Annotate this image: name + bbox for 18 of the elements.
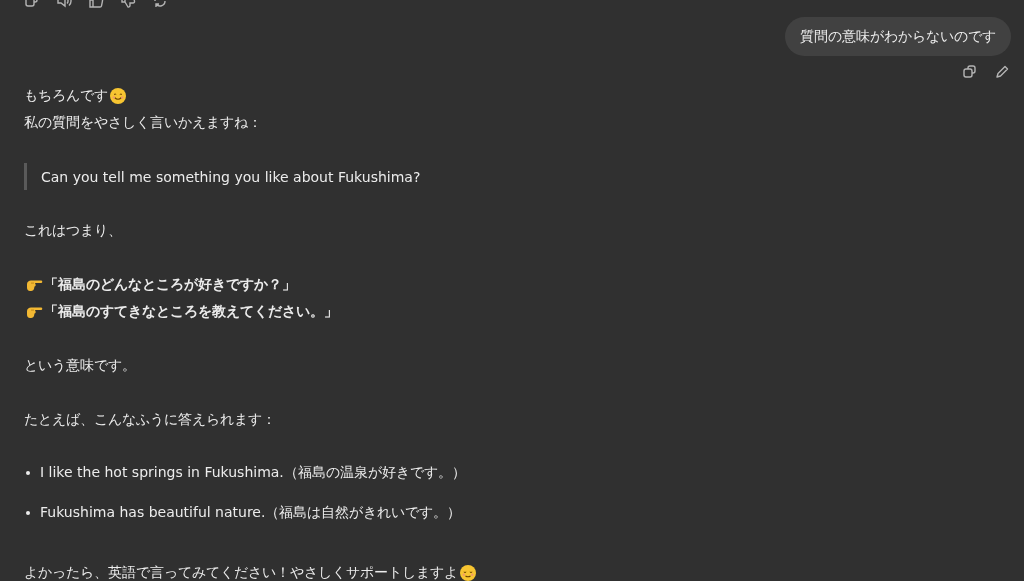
message-text: よかったら、英語で言ってみてください！やさしくサポートしますよ (24, 563, 458, 581)
list-item-text: I like the hot springs in Fukushima.（福島の温泉が好きです。） (40, 464, 466, 482)
message-text: 「福島のすてきなところを教えてください。」 (44, 302, 338, 321)
message-text: もちろんです (24, 86, 108, 105)
relieved-face-icon (459, 563, 477, 581)
edit-icon[interactable] (994, 64, 1010, 80)
message-text: 「福島のどんなところが好きですか？」 (44, 275, 296, 294)
message-text: 私の質問をやさしく言いかえますね： (24, 113, 262, 132)
message-text: たとえば、こんなふうに答えられます： (24, 410, 276, 429)
user-message: 質問の意味がわからないのです (785, 17, 1011, 56)
quote-text: Can you tell me something you like about Fukushima? (41, 168, 421, 185)
message-text: これはつまり、 (24, 221, 122, 240)
message-text: という意味です。 (24, 356, 136, 375)
list-item-text: Fukushima has beautiful nature.（福島は自然がきれいです。） (40, 504, 462, 522)
bullet-icon (26, 471, 30, 475)
smiling-face-icon (109, 86, 127, 105)
copy-icon[interactable] (962, 64, 978, 80)
bullet-icon (26, 511, 30, 515)
